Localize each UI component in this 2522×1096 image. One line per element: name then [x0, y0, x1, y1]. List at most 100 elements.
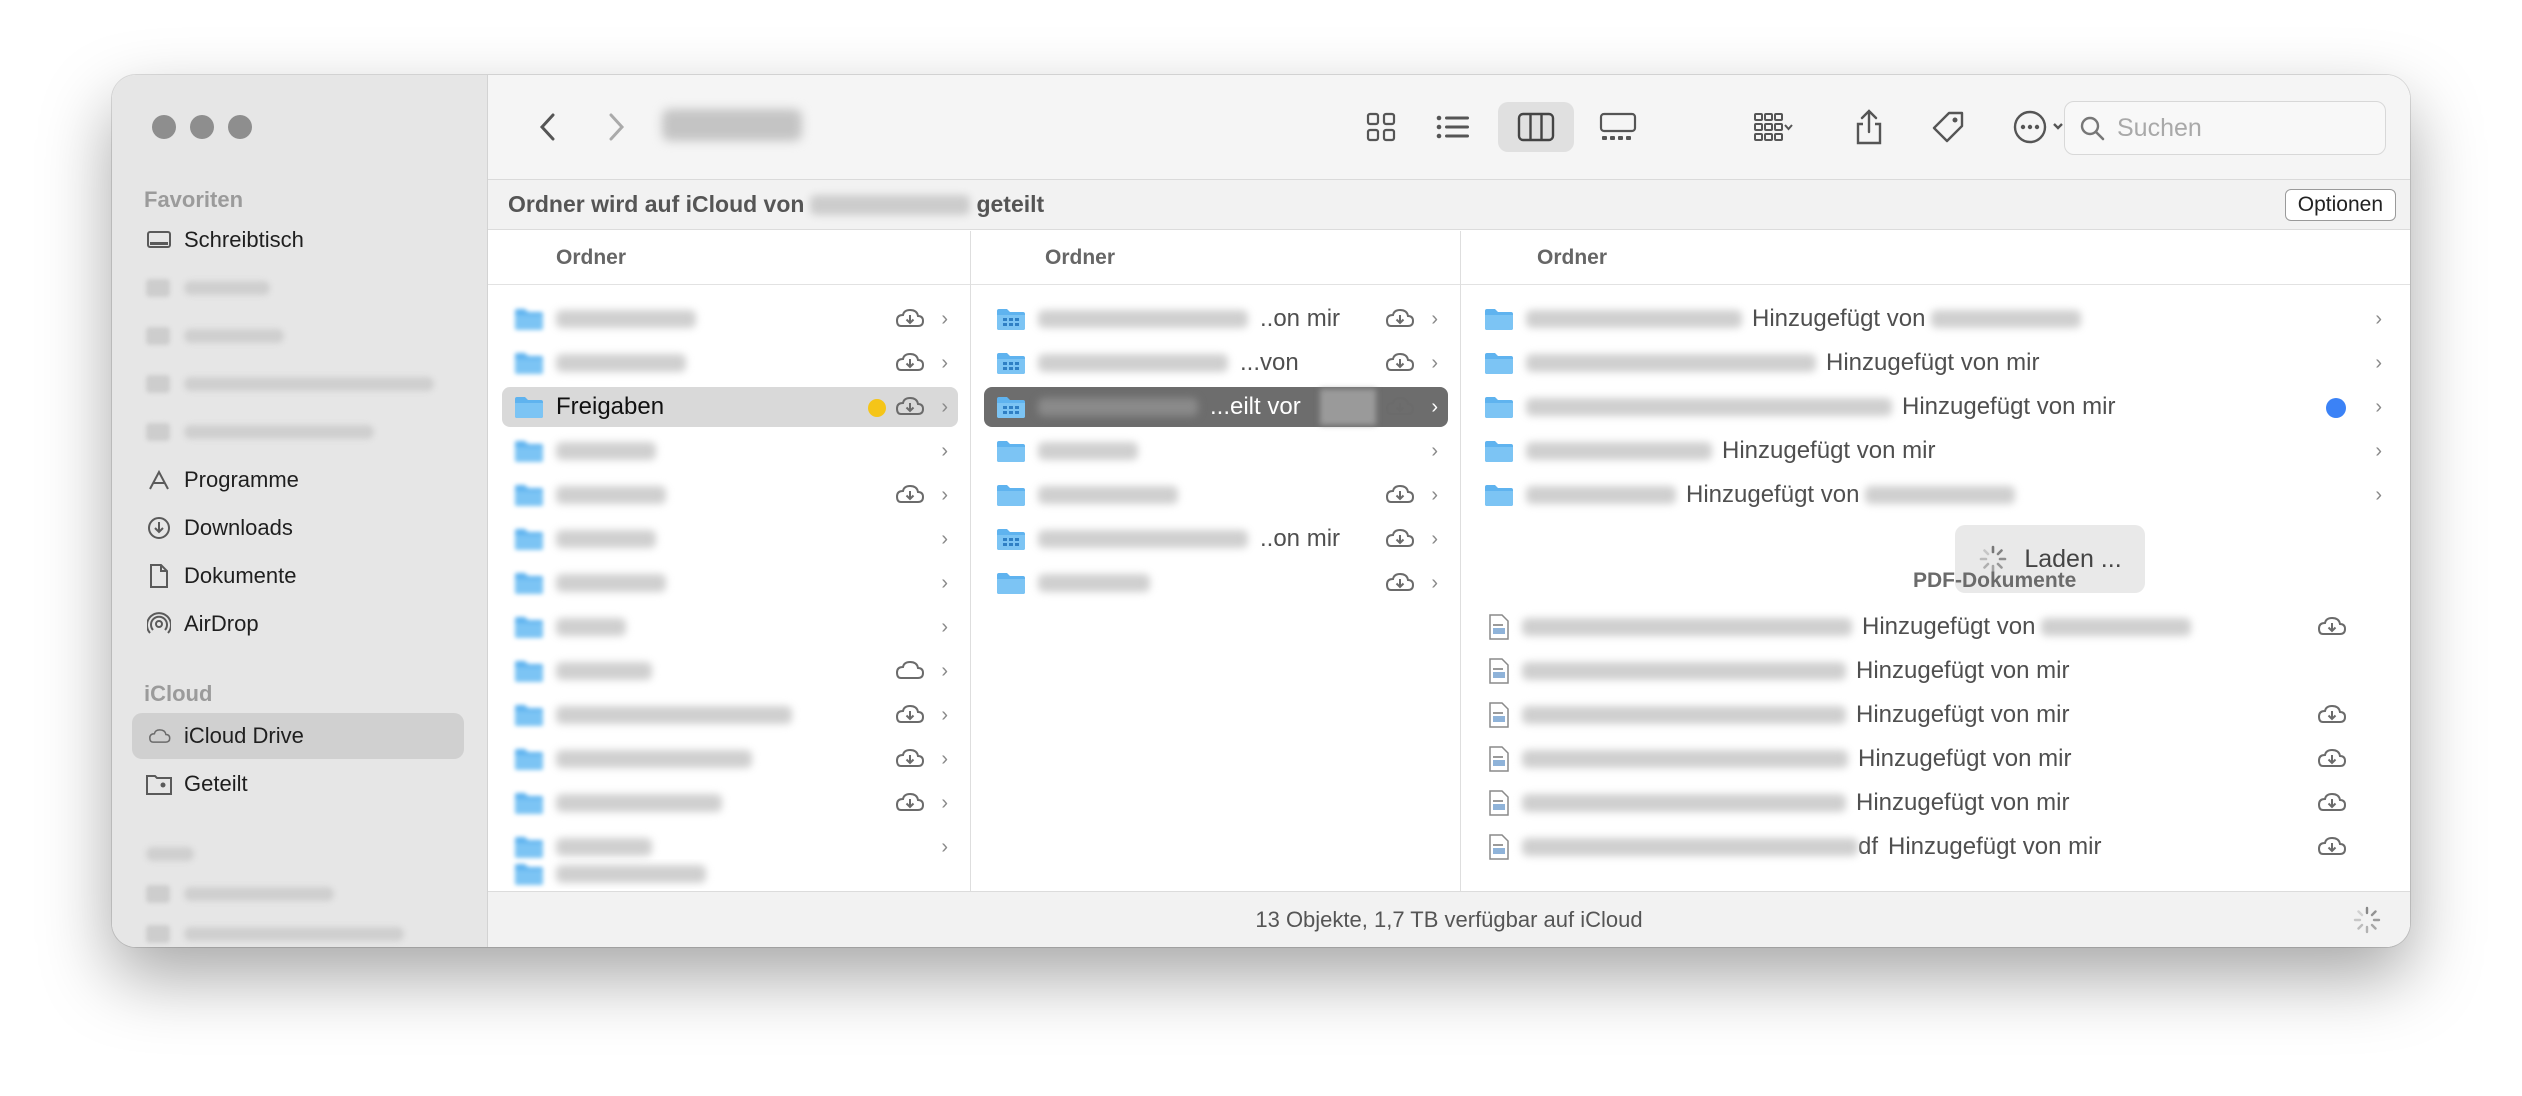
chevron-right-icon: ›	[941, 396, 948, 418]
list-item[interactable]: ›	[502, 783, 958, 823]
list-item[interactable]: ..on mir ›	[984, 519, 1448, 559]
folder-icon	[514, 862, 544, 886]
list-item[interactable]: ›	[502, 519, 958, 559]
minimize-window-button[interactable]	[190, 115, 214, 139]
list-item[interactable]: Hinzugefügt von mir ›	[1474, 343, 2398, 383]
list-item[interactable]: ›	[502, 343, 958, 383]
list-item[interactable]: ›	[502, 607, 958, 647]
share-button[interactable]	[1842, 102, 1896, 152]
cloud-download-icon[interactable]	[1382, 349, 1416, 375]
chevron-right-icon: ›	[941, 440, 948, 462]
cloud-download-icon[interactable]	[1382, 305, 1416, 331]
group-by-button[interactable]	[1728, 102, 1818, 152]
cloud-download-icon[interactable]	[892, 481, 926, 507]
list-item-selected[interactable]: Freigaben ›	[502, 387, 958, 427]
sidebar-item-airdrop[interactable]: AirDrop	[132, 601, 464, 647]
list-item[interactable]: ..on mir ›	[984, 299, 1448, 339]
list-item-selected[interactable]: ...eilt vor ›	[984, 387, 1448, 427]
sidebar-item-blurred[interactable]	[146, 265, 270, 311]
chevron-right-icon: ›	[941, 352, 948, 374]
shared-owner-blurred	[810, 194, 971, 215]
cloud-download-icon[interactable]	[1382, 393, 1416, 419]
cloud-download-icon[interactable]	[1382, 481, 1416, 507]
back-button[interactable]	[524, 102, 570, 152]
list-item[interactable]: ›	[502, 651, 958, 691]
sidebar-item-dokumente[interactable]: Dokumente	[132, 553, 464, 599]
list-item[interactable]: df Hinzugefügt von mir	[1474, 827, 2398, 867]
cloud-download-icon[interactable]	[2314, 701, 2348, 727]
chevron-right-icon: ›	[1431, 440, 1438, 462]
view-icons-button[interactable]	[1350, 102, 1412, 152]
list-item[interactable]: Hinzugefügt von mir	[1474, 739, 2398, 779]
list-item[interactable]: ›	[502, 475, 958, 515]
list-item[interactable]: Hinzugefügt von ›	[1474, 299, 2398, 339]
columns-icon	[1517, 112, 1555, 142]
cloud-download-icon[interactable]	[892, 305, 926, 331]
sidebar-item-label: Schreibtisch	[184, 227, 304, 252]
chevron-right-icon	[609, 113, 625, 141]
cloud-download-icon[interactable]	[1382, 569, 1416, 595]
toolbar	[488, 75, 2410, 180]
close-window-button[interactable]	[152, 115, 176, 139]
list-item[interactable]: ›	[984, 431, 1448, 471]
sidebar-item-blurred[interactable]	[146, 361, 434, 407]
sidebar-item-blurred[interactable]	[146, 409, 374, 455]
chevron-right-icon: ›	[941, 836, 948, 858]
sidebar-item-blurred[interactable]	[146, 313, 284, 359]
column-divider[interactable]	[1460, 231, 1461, 947]
cloud-download-icon[interactable]	[1382, 525, 1416, 551]
folder-icon	[514, 351, 544, 375]
list-item[interactable]: ›	[502, 431, 958, 471]
cloud-download-icon[interactable]	[2314, 789, 2348, 815]
search-input[interactable]	[2117, 113, 2357, 143]
list-item[interactable]: ›	[502, 563, 958, 603]
list-item[interactable]: ›	[502, 299, 958, 339]
list-item[interactable]: Hinzugefügt von mir	[1474, 651, 2398, 691]
view-list-button[interactable]	[1422, 102, 1484, 152]
sidebar-item-geteilt[interactable]: Geteilt	[132, 761, 464, 807]
column-header-3: Ordner	[1461, 231, 2410, 285]
list-item[interactable]: Hinzugefügt von mir	[1474, 783, 2398, 823]
list-item[interactable]: Hinzugefügt von	[1474, 607, 2398, 647]
view-columns-button[interactable]	[1498, 102, 1574, 152]
cloud-download-icon[interactable]	[2314, 613, 2348, 639]
sidebar-item-icloud-drive[interactable]: iCloud Drive	[132, 713, 464, 759]
cloud-download-icon[interactable]	[892, 349, 926, 375]
sidebar-item-downloads[interactable]: Downloads	[132, 505, 464, 551]
cloud-download-icon[interactable]	[892, 745, 926, 771]
tag-dot-yellow	[868, 399, 886, 417]
folder-icon	[514, 395, 544, 419]
cloud-download-icon[interactable]	[2314, 833, 2348, 859]
tag-button[interactable]	[1920, 102, 1976, 152]
shared-folder-icon	[146, 771, 172, 797]
list-item[interactable]: ...von ›	[984, 343, 1448, 383]
column-divider[interactable]	[970, 231, 971, 947]
options-button[interactable]: Optionen	[2284, 189, 2396, 221]
sidebar-item-schreibtisch[interactable]: Schreibtisch	[132, 217, 464, 263]
cloud-download-icon[interactable]	[892, 789, 926, 815]
sidebar-item-blurred[interactable]	[146, 911, 404, 947]
folder-icon	[514, 747, 544, 771]
cloud-download-icon[interactable]	[2314, 745, 2348, 771]
list-item[interactable]	[502, 859, 958, 889]
search-icon	[2080, 116, 2105, 141]
cloud-icon[interactable]	[892, 657, 926, 683]
shared-folder-icon	[996, 395, 1026, 419]
forward-button[interactable]	[594, 102, 640, 152]
list-item[interactable]: ›	[502, 695, 958, 735]
sidebar-item-programme[interactable]: Programme	[132, 457, 464, 503]
list-item[interactable]: ›	[984, 563, 1448, 603]
list-item[interactable]: Hinzugefügt von mir ›	[1474, 387, 2398, 427]
group-grid-icon	[1754, 113, 1793, 141]
search-field[interactable]	[2064, 101, 2386, 155]
list-item[interactable]: Hinzugefügt von mir ›	[1474, 431, 2398, 471]
list-item[interactable]: ›	[984, 475, 1448, 515]
view-gallery-button[interactable]	[1586, 102, 1650, 152]
list-item[interactable]: ›	[502, 739, 958, 779]
chevron-right-icon: ›	[941, 484, 948, 506]
zoom-window-button[interactable]	[228, 115, 252, 139]
list-item[interactable]: Hinzugefügt von ›	[1474, 475, 2398, 515]
cloud-download-icon[interactable]	[892, 701, 926, 727]
list-item[interactable]: Hinzugefügt von mir	[1474, 695, 2398, 735]
cloud-download-icon[interactable]	[892, 393, 926, 419]
